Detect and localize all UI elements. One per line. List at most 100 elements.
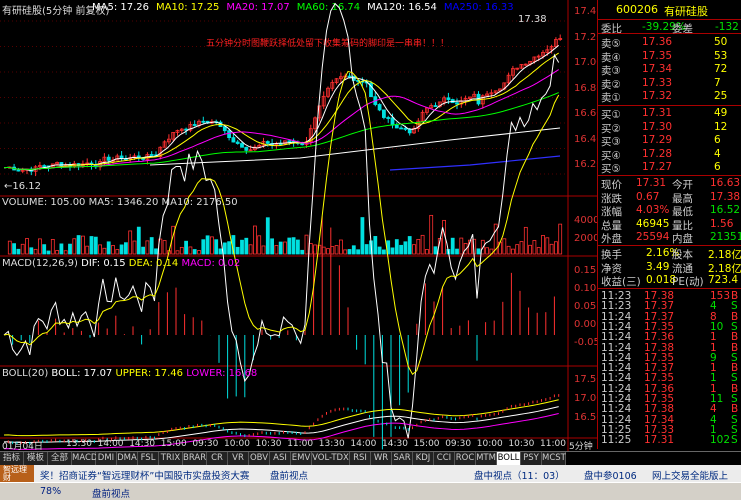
sell-order-row: 卖② 17.33 7 <box>598 76 741 91</box>
tab-trix[interactable]: TRIX <box>159 452 183 465</box>
zoom-level: 78% <box>40 486 62 497</box>
tab-dma[interactable]: DMA <box>117 452 138 465</box>
volume-bar <box>300 249 305 255</box>
boll-lower: LOWER: 16.68 <box>186 368 258 379</box>
volume-bar <box>154 248 158 255</box>
ticker-news-5[interactable]: 网上交易全能版上 <box>652 468 741 482</box>
quote-extra-row: 净资 3.49 流通 2.18亿 <box>598 260 741 275</box>
volume-bar <box>205 235 210 255</box>
macd-dea: DEA: 0.14 <box>128 258 179 269</box>
tab-brar[interactable]: BRAR <box>183 452 207 465</box>
volume-bar <box>141 246 146 255</box>
tab-obv[interactable]: OBV <box>249 452 270 465</box>
tab-rsi[interactable]: RSI <box>350 452 371 465</box>
volume-bar <box>81 235 85 255</box>
tab-mtm[interactable]: MTM <box>476 452 497 465</box>
tab-模板[interactable]: 模板 <box>24 452 48 465</box>
volume-bar <box>55 250 59 255</box>
volume-bar <box>554 241 558 255</box>
tick-row-cell: S <box>731 434 738 447</box>
volume-bar <box>424 249 429 255</box>
tab-psy[interactable]: PSY <box>521 452 542 465</box>
boll-upper-line <box>3 399 559 437</box>
volume-bar <box>334 245 339 255</box>
buy-order-row-cell: 买⑤ <box>601 163 621 175</box>
tab-kdj[interactable]: KDJ <box>413 452 434 465</box>
sell-order-row-cell: 17.32 <box>642 90 673 102</box>
tab-vol-tdx[interactable]: VOL-TDX <box>312 452 350 465</box>
volume-bar <box>532 240 537 255</box>
tab-指标[interactable]: 指标 <box>0 452 24 465</box>
tab-roc[interactable]: ROC <box>455 452 476 465</box>
quote-extra-row-cell: 3.49 <box>646 260 670 273</box>
volume-bar <box>519 241 524 255</box>
candle-body <box>403 127 408 130</box>
tab-dmi[interactable]: DMI <box>96 452 117 465</box>
tab-emv[interactable]: EMV <box>291 452 312 465</box>
sell-order-row-cell: 17.34 <box>642 63 673 75</box>
tab-boll[interactable]: BOLL <box>497 452 521 465</box>
volume-bar <box>240 239 244 255</box>
candle-body <box>433 105 438 107</box>
candle-body <box>278 143 283 146</box>
volume-bar <box>399 244 404 255</box>
ticker-news-2[interactable]: 盘前视点 <box>270 468 308 482</box>
volume-bar <box>89 236 94 255</box>
volume-bar <box>115 249 120 255</box>
time-axis-tick: 14:30 <box>382 439 408 449</box>
volume-bar <box>46 250 51 255</box>
volume-bar <box>197 250 201 255</box>
ticker-news-4[interactable]: 盘中参0106 <box>584 468 637 482</box>
macd-title: MACD(12,26,9) <box>2 258 78 269</box>
tab-fsl[interactable]: FSL <box>138 452 159 465</box>
tab-cr[interactable]: CR <box>207 452 228 465</box>
candle-body <box>222 126 227 132</box>
tick-row: 11:25 17.31 102 S <box>598 434 741 447</box>
tab-asi[interactable]: ASI <box>270 452 291 465</box>
volume-bar <box>7 240 12 255</box>
webi-label: 委比 <box>601 23 622 35</box>
volume-bar <box>188 246 193 255</box>
tab-cci[interactable]: CCI <box>434 452 455 465</box>
sell-order-row-cell: 7 <box>714 76 721 89</box>
tab-macd[interactable]: MACD <box>72 452 97 465</box>
volume-bar <box>558 223 563 255</box>
volume-bar <box>523 226 528 255</box>
macd-axis-label: 0.10 <box>574 283 597 294</box>
tab-全部[interactable]: 全部 <box>48 452 72 465</box>
candle-body <box>446 97 451 100</box>
volume-bar <box>416 238 421 255</box>
tab-sar[interactable]: SAR <box>392 452 413 465</box>
buy-order-row-cell: 17.28 <box>642 147 673 160</box>
buy-order-row: 买② 17.30 12 <box>598 121 741 135</box>
volume-bar <box>244 237 249 255</box>
volume-bar <box>291 237 296 255</box>
tab-mcst[interactable]: MCST <box>542 452 566 465</box>
volume-bar <box>287 237 292 255</box>
buy-order-row: 买③ 17.29 6 <box>598 134 741 148</box>
tab-vr[interactable]: VR <box>228 452 249 465</box>
volume-bar <box>356 249 361 255</box>
volume-bar <box>549 243 554 255</box>
volume-bar <box>257 235 262 255</box>
sell-order-row-cell: 50 <box>714 36 728 48</box>
volume-bar <box>218 248 223 255</box>
tab-wr[interactable]: WR <box>371 452 392 465</box>
volume-bar <box>373 236 378 255</box>
volume-header: VOLUME: 105.00 MA5: 1346.20 MA10: 2176.5… <box>2 197 238 208</box>
sell-order-row-cell: 卖① <box>601 92 621 104</box>
ticker-news-1[interactable]: 奖！招商证券“智远理财杯”中国股市实盘投资大赛 <box>40 468 249 482</box>
volume-bar <box>63 250 68 255</box>
volume-bar <box>515 244 520 255</box>
time-axis-tick: 15:00 <box>160 439 187 449</box>
quote-stat-row-cell: 17.38 <box>710 190 741 203</box>
ticker-logo[interactable]: 智远理财 <box>0 465 34 482</box>
ticker-news-3[interactable]: 盘中视点（11：03） <box>474 468 565 482</box>
candle-body <box>399 127 404 130</box>
volume-bar <box>20 243 25 255</box>
volume-bar <box>390 247 395 255</box>
volume-bar <box>136 226 141 255</box>
kline-chart[interactable] <box>0 0 597 451</box>
ma-line <box>3 44 560 171</box>
ma250-line <box>389 155 561 171</box>
